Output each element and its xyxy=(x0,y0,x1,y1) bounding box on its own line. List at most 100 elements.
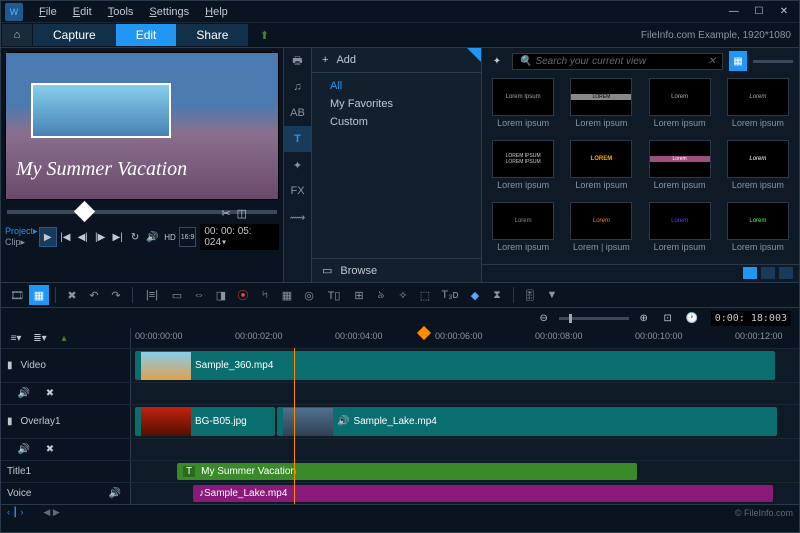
3d-title-icon[interactable]: T₃ᴅ xyxy=(437,285,463,305)
record-icon[interactable]: |≡| xyxy=(139,285,165,305)
tool-filter[interactable]: FX xyxy=(284,178,311,204)
scroll-h-icon[interactable]: ◀ ▶ xyxy=(43,507,59,518)
timeline-view-icon[interactable]: ▦ xyxy=(29,285,49,305)
close-button[interactable]: ✕ xyxy=(773,3,795,21)
library-thumb[interactable]: LoremLorem ipsum xyxy=(486,202,560,260)
library-thumb[interactable]: Lorem IpsumLorem ipsum xyxy=(486,78,560,136)
upload-icon[interactable]: ⬆ xyxy=(249,24,279,46)
clip-title[interactable]: TMy Summer Vacation xyxy=(177,463,637,480)
project-label[interactable]: Project▸ xyxy=(5,226,39,237)
mute-icon[interactable]: 🔊 xyxy=(15,440,33,460)
scroll-left-icon[interactable]: ‹ ┃ › xyxy=(7,507,23,518)
tool-transition[interactable]: AB xyxy=(284,100,311,126)
prev-button[interactable]: |◀ xyxy=(57,227,74,247)
home-button[interactable]: ⌂ xyxy=(2,24,32,46)
mixer-icon[interactable]: 🎚 xyxy=(520,285,540,305)
tools-icon[interactable]: ✖ xyxy=(62,285,82,305)
category-custom[interactable]: Custom xyxy=(312,113,481,131)
step-fwd-button[interactable]: |▶ xyxy=(91,227,108,247)
tool-graphic[interactable]: ✦ xyxy=(284,152,311,178)
tool-audio[interactable]: ♫ xyxy=(284,74,311,100)
timeline-ruler[interactable]: 00:00:00:00 00:00:02:00 00:00:04:00 00:0… xyxy=(131,328,799,348)
volume-button[interactable]: 🔊 xyxy=(144,227,161,247)
mute-icon[interactable]: 🔊 xyxy=(15,384,33,404)
track-list-icon[interactable]: ≣▾ xyxy=(31,328,49,348)
motion-icon[interactable]: ⬚ xyxy=(415,285,435,305)
timecode-display[interactable]: 00: 00: 05: 024▾ xyxy=(200,224,279,250)
library-thumb[interactable]: LOREMLorem ipsum xyxy=(564,78,638,136)
track-menu-icon[interactable]: ≡▾ xyxy=(7,328,25,348)
clip-overlay-2[interactable]: 🔊Sample_Lake.mp4 xyxy=(277,407,777,436)
fit-icon[interactable]: ⊡ xyxy=(659,308,677,328)
paint-icon[interactable]: ◆ xyxy=(465,285,485,305)
timeline-playhead[interactable] xyxy=(417,326,431,340)
menu-tools[interactable]: Tools xyxy=(100,3,142,21)
lib-view-3[interactable] xyxy=(779,267,793,279)
library-thumb[interactable]: LOREM IPSUMLOREM IPSUMLorem ipsum xyxy=(486,140,560,198)
menu-help[interactable]: Help xyxy=(197,3,236,21)
ducking-icon[interactable]: ▼ xyxy=(542,285,562,305)
add-category-button[interactable]: +Add xyxy=(312,48,481,73)
browse-button[interactable]: ▭Browse xyxy=(312,258,481,282)
track-up-icon[interactable]: ▴ xyxy=(55,328,73,348)
clip-overlay-1[interactable]: BG-B05.jpg xyxy=(135,407,275,436)
hd-button[interactable]: HD xyxy=(161,227,178,247)
solo-icon[interactable]: ✖ xyxy=(41,440,59,460)
category-all[interactable]: All xyxy=(312,77,481,95)
scrub-bar[interactable]: ✂ ◫ xyxy=(7,204,277,224)
library-thumb[interactable]: LoremLorem ipsum xyxy=(643,202,717,260)
timeline-zoom-slider[interactable] xyxy=(559,317,629,320)
snapshot-icon[interactable]: ▭ xyxy=(167,285,187,305)
library-thumb[interactable]: LOREMLorem ipsum xyxy=(564,140,638,198)
clip-label[interactable]: Clip▸ xyxy=(5,237,39,248)
cut-icon[interactable]: ✂ xyxy=(221,207,230,220)
storyboard-view-icon[interactable]: 🎞 xyxy=(7,285,27,305)
redo-icon[interactable]: ↷ xyxy=(106,285,126,305)
aspect-button[interactable]: 16:9 xyxy=(179,227,197,247)
tool-title[interactable]: T xyxy=(284,126,311,152)
step-back-button[interactable]: ◀| xyxy=(74,227,91,247)
zoom-in-icon[interactable]: ⊕ xyxy=(635,308,653,328)
hand-icon[interactable]: ৯ xyxy=(371,285,391,305)
library-thumb[interactable]: LoremLorem ipsum xyxy=(643,78,717,136)
loop-button[interactable]: ↻ xyxy=(126,227,143,247)
lib-view-1[interactable] xyxy=(743,267,757,279)
pin-icon[interactable] xyxy=(467,48,481,62)
library-thumb[interactable]: LoremLorem ipsum xyxy=(721,78,795,136)
chroma-icon[interactable]: ✧ xyxy=(393,285,413,305)
zoom-out-icon[interactable]: ⊖ xyxy=(535,308,553,328)
minimize-button[interactable]: — xyxy=(723,3,745,21)
preview-viewport[interactable]: My Summer Vacation xyxy=(5,52,279,200)
playhead-marker[interactable] xyxy=(74,201,95,222)
split-screen-icon[interactable]: ⊞ xyxy=(349,285,369,305)
next-button[interactable]: ▶| xyxy=(109,227,126,247)
library-thumb[interactable]: LoremLorem ipsum xyxy=(721,140,795,198)
pan-zoom-icon[interactable]: T▯ xyxy=(321,285,347,305)
library-thumb[interactable]: LoremLorem ipsum xyxy=(643,140,717,198)
resize-icon[interactable]: ⇔ xyxy=(189,285,209,305)
undo-icon[interactable]: ↶ xyxy=(84,285,104,305)
track-motion-icon[interactable]: ⦿ xyxy=(233,285,253,305)
library-thumb[interactable]: LoremLorem ipsum xyxy=(721,202,795,260)
search-input[interactable]: 🔍Search your current view ✕ xyxy=(512,53,723,70)
menu-settings[interactable]: Settings xyxy=(141,3,197,21)
view-grid-button[interactable]: ▦ xyxy=(729,51,747,71)
subtitle-icon[interactable]: ৸ xyxy=(255,285,275,305)
tool-media[interactable]: 🖶 xyxy=(284,48,311,74)
menu-file[interactable]: FFileile xyxy=(31,3,65,21)
maximize-button[interactable]: ☐ xyxy=(748,3,770,21)
tab-share[interactable]: Share xyxy=(176,24,248,46)
wand-icon[interactable]: ✦ xyxy=(488,51,506,71)
tab-edit[interactable]: Edit xyxy=(116,24,177,46)
clock-icon[interactable]: 🕐 xyxy=(683,308,701,328)
lib-view-2[interactable] xyxy=(761,267,775,279)
marker-icon[interactable]: ◨ xyxy=(211,285,231,305)
overlay-track-icon[interactable]: ▮ xyxy=(7,416,13,427)
time-remap-icon[interactable]: ⧗ xyxy=(487,285,507,305)
category-favorites[interactable]: My Favorites xyxy=(312,95,481,113)
solo-icon[interactable]: ✖ xyxy=(41,384,59,404)
multicam-icon[interactable]: ▦ xyxy=(277,285,297,305)
clip-voice[interactable]: ♪ Sample_Lake.mp4 xyxy=(193,485,773,502)
mute-icon[interactable]: 🔊 xyxy=(106,484,124,504)
snap-icon[interactable]: ◫ xyxy=(237,207,247,220)
